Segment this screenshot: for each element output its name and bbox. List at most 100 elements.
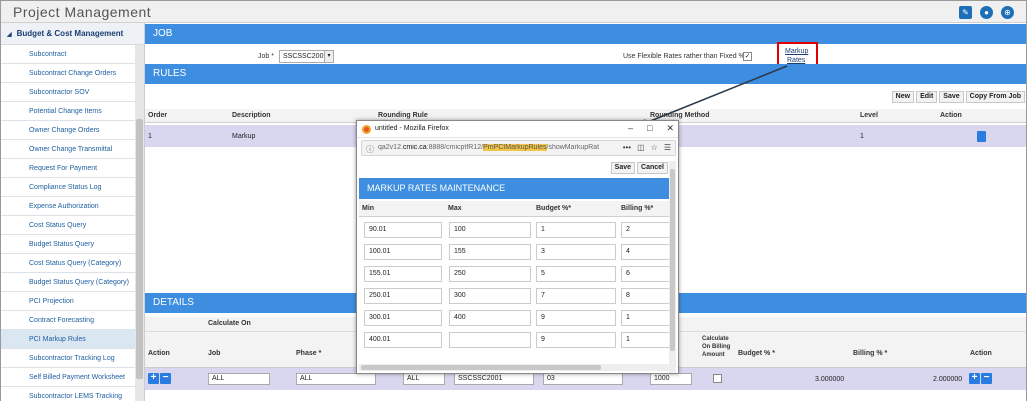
flexible-rates-label: Use Flexible Rates rather than Fixed %: [623, 53, 745, 60]
budget-input[interactable]: 3: [536, 244, 616, 260]
menu-icon[interactable]: ☰: [664, 143, 671, 152]
max-input[interactable]: 100: [449, 222, 531, 238]
popup-save-button[interactable]: Save: [610, 162, 636, 174]
maximize-icon[interactable]: □: [647, 123, 652, 134]
sidebar-item-request-for-payment[interactable]: Request For Payment: [1, 159, 135, 178]
sidebar-item-owner-change-orders[interactable]: Owner Change Orders: [1, 121, 135, 140]
remove-row-icon[interactable]: −: [981, 373, 992, 384]
sidebar-item-budget-status-query-category[interactable]: Budget Status Query (Category): [1, 273, 135, 292]
sidebar-item-pci-projection[interactable]: PCI Projection: [1, 292, 135, 311]
billing-input[interactable]: 4: [621, 244, 671, 260]
col-billing-pct: Billing % *: [853, 350, 888, 357]
sidebar-section-header[interactable]: ◢ Budget & Cost Management: [1, 23, 144, 45]
code-input[interactable]: 1000: [650, 373, 692, 385]
edit-icon[interactable]: ✎: [959, 6, 972, 19]
flexible-rates-checkbox[interactable]: ✓: [743, 52, 752, 61]
billing-input[interactable]: 2: [621, 222, 671, 238]
calc-billing-checkbox[interactable]: [713, 374, 722, 383]
budget-input[interactable]: 5: [536, 266, 616, 282]
max-input[interactable]: [449, 332, 531, 348]
billing-input[interactable]: 1: [621, 332, 671, 348]
sidebar-item-subcontractor-lems-tracking-log[interactable]: Subcontractor LEMS Tracking Log: [1, 387, 135, 401]
col-calc-billing-1: Calculate: [702, 336, 729, 342]
popup-vertical-scroll-thumb[interactable]: [670, 169, 675, 351]
close-icon[interactable]: ✕: [666, 123, 674, 134]
row-level: 1: [860, 133, 864, 140]
billing-input[interactable]: 8: [621, 288, 671, 304]
markup-row: 400.01 9 1: [359, 327, 672, 355]
url-bar[interactable]: ⓘ qa2v12.cmic.ca:8888/cmicptfR12/PmPCIMa…: [361, 140, 676, 156]
sidebar-item-subcontract[interactable]: Subcontract: [1, 45, 135, 64]
popup-toolbar: Save Cancel: [610, 162, 668, 174]
sidebar-item-subcontract-change-orders[interactable]: Subcontract Change Orders: [1, 64, 135, 83]
minimize-icon[interactable]: –: [628, 123, 633, 134]
chevron-down-icon[interactable]: ▾: [324, 51, 333, 62]
col-calc-billing-2: On Billing: [702, 344, 731, 350]
user-icon[interactable]: ●: [980, 6, 993, 19]
sidebar: ◢ Budget & Cost Management Subcontract Su…: [1, 23, 145, 401]
popup-cancel-button[interactable]: Cancel: [637, 162, 668, 174]
max-input[interactable]: 155: [449, 244, 531, 260]
billing-input[interactable]: 6: [621, 266, 671, 282]
job-code-input[interactable]: SSCSSC2001: [454, 373, 534, 385]
budget-input[interactable]: 9: [536, 310, 616, 326]
min-input[interactable]: 155.01: [364, 266, 442, 282]
new-button[interactable]: New: [891, 91, 915, 103]
globe-icon[interactable]: ⊕: [1001, 6, 1014, 19]
more-icon[interactable]: •••: [623, 143, 631, 152]
sidebar-item-budget-status-query[interactable]: Budget Status Query: [1, 235, 135, 254]
sidebar-item-pci-markup-rules[interactable]: PCI Markup Rules: [1, 330, 135, 349]
rules-section-header: RULES: [145, 64, 1026, 84]
sidebar-item-subcontractor-sov[interactable]: Subcontractor SOV: [1, 83, 135, 102]
budget-input[interactable]: 1: [536, 222, 616, 238]
col-order: Order: [148, 112, 168, 119]
phase-filter-input[interactable]: ALL: [296, 373, 376, 385]
col-min: Min: [362, 205, 375, 212]
job-filter-input[interactable]: ALL: [208, 373, 270, 385]
job-select[interactable]: SSCSSC2001 ▾: [279, 50, 334, 63]
window-controls: – □ ✕: [628, 123, 674, 134]
sidebar-item-subcontractor-tracking-log[interactable]: Subcontractor Tracking Log: [1, 349, 135, 368]
save-button[interactable]: Save: [939, 91, 964, 103]
min-input[interactable]: 90.01: [364, 222, 442, 238]
min-input[interactable]: 300.01: [364, 310, 442, 326]
sidebar-item-cost-status-query-category[interactable]: Cost Status Query (Category): [1, 254, 135, 273]
add-row-icon[interactable]: +: [969, 373, 980, 384]
sidebar-item-potential-change-items[interactable]: Potential Change Items: [1, 102, 135, 121]
sidebar-item-self-billed-payment-worksheet[interactable]: Self Billed Payment Worksheet: [1, 368, 135, 387]
min-input[interactable]: 250.01: [364, 288, 442, 304]
phase-code-input[interactable]: 03: [543, 373, 623, 385]
max-input[interactable]: 300: [449, 288, 531, 304]
max-input[interactable]: 250: [449, 266, 531, 282]
sidebar-scrollbar-thumb[interactable]: [136, 119, 143, 379]
category-filter-input[interactable]: ALL: [403, 373, 445, 385]
sidebar-item-owner-change-transmittal[interactable]: Owner Change Transmittal: [1, 140, 135, 159]
delete-icon[interactable]: [977, 131, 986, 142]
billing-input[interactable]: 1: [621, 310, 671, 326]
remove-icon[interactable]: −: [160, 373, 171, 384]
budget-input[interactable]: 9: [536, 332, 616, 348]
header-icons: ✎ ● ⊕: [959, 6, 1014, 19]
add-icon[interactable]: +: [148, 373, 159, 384]
sidebar-item-cost-status-query[interactable]: Cost Status Query: [1, 216, 135, 235]
col-billing: Billing %*: [621, 205, 654, 212]
popup-horizontal-scroll-thumb[interactable]: [361, 365, 601, 370]
copy-from-job-button[interactable]: Copy From Job: [965, 91, 1025, 103]
budget-input[interactable]: 7: [536, 288, 616, 304]
col-detail-action2: Action: [970, 350, 992, 357]
url-tools: ••• ◫ ☆ ☰: [623, 143, 671, 152]
col-detail-action: Action: [148, 350, 170, 357]
info-icon[interactable]: ⓘ: [366, 144, 374, 155]
markup-rates-popup: untitled - Mozilla Firefox – □ ✕ ⓘ qa2v1…: [356, 120, 679, 374]
sidebar-item-compliance-status-log[interactable]: Compliance Status Log: [1, 178, 135, 197]
edit-button[interactable]: Edit: [916, 91, 938, 103]
job-section-header: JOB: [145, 24, 1026, 44]
star-icon[interactable]: ☆: [651, 143, 658, 152]
pocket-icon[interactable]: ◫: [637, 143, 645, 152]
min-input[interactable]: 100.01: [364, 244, 442, 260]
min-input[interactable]: 400.01: [364, 332, 442, 348]
sidebar-item-contract-forecasting[interactable]: Contract Forecasting: [1, 311, 135, 330]
max-input[interactable]: 400: [449, 310, 531, 326]
sidebar-item-expense-authorization[interactable]: Expense Authorization: [1, 197, 135, 216]
col-max: Max: [448, 205, 462, 212]
